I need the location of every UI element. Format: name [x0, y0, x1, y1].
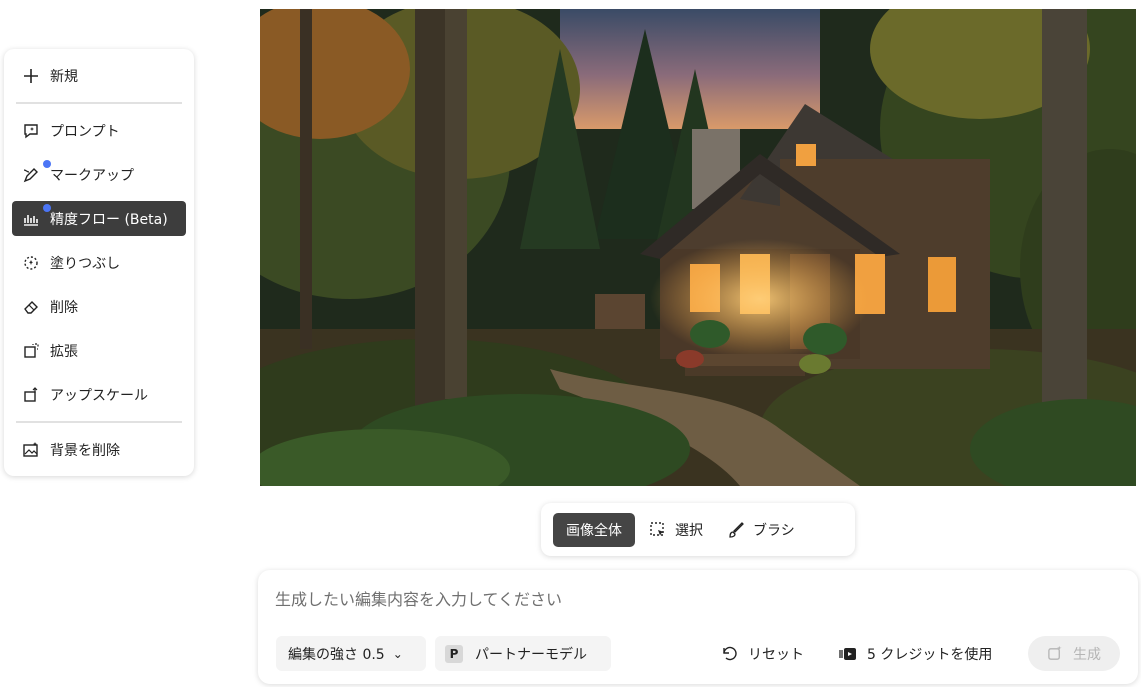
brush-icon — [729, 521, 744, 538]
sidebar-item-label: 背景を削除 — [50, 442, 120, 459]
prompt-input[interactable] — [275, 586, 1115, 612]
sidebar-item-label: 拡張 — [50, 343, 78, 360]
brush-label: ブラシ — [753, 522, 795, 539]
sidebar-divider — [16, 102, 182, 104]
sidebar-item-label: マークアップ — [50, 167, 134, 184]
sidebar-item-fill[interactable]: 塗りつぶし — [12, 245, 186, 280]
eraser-icon — [21, 297, 41, 317]
sidebar-item-remove-background[interactable]: 背景を削除 — [12, 432, 186, 467]
image-canvas[interactable] — [260, 9, 1136, 486]
tool-sidebar: 新規 プロンプト マークアップ 精度フロー (Beta) 塗りつぶし 削除 拡張… — [4, 49, 194, 476]
edit-strength-dropdown[interactable]: 編集の強さ 0.5 ⌄ — [276, 636, 426, 671]
sidebar-item-expand[interactable]: 拡張 — [12, 333, 186, 368]
partner-model-label: パートナーモデル — [475, 646, 587, 663]
new-feature-dot — [43, 204, 51, 212]
prompt-icon — [21, 121, 41, 141]
brush-button[interactable]: ブラシ — [717, 513, 805, 547]
reset-label: リセット — [748, 646, 804, 663]
sidebar-item-label: 削除 — [50, 299, 78, 316]
generate-label: 生成 — [1073, 646, 1101, 663]
edit-strength-label: 編集の強さ 0.5 — [288, 646, 385, 663]
sidebar-item-label: 塗りつぶし — [50, 255, 121, 272]
sidebar-item-label: アップスケール — [50, 387, 148, 404]
sidebar-item-upscale[interactable]: アップスケール — [12, 377, 186, 412]
chevron-down-icon: ⌄ — [392, 646, 403, 661]
sidebar-item-markup[interactable]: マークアップ — [12, 157, 186, 192]
sidebar-item-prompt[interactable]: プロンプト — [12, 113, 186, 148]
sidebar-item-precision-flow[interactable]: 精度フロー (Beta) — [12, 201, 186, 236]
prompt-panel: 編集の強さ 0.5 ⌄ P パートナーモデル リセット 5 クレジットを使用 生… — [258, 570, 1138, 684]
credits-info: 5 クレジットを使用 — [839, 636, 992, 671]
sidebar-item-new[interactable]: 新規 — [12, 58, 186, 93]
sidebar-item-remove[interactable]: 削除 — [12, 289, 186, 324]
plus-icon — [21, 66, 41, 86]
upscale-icon — [21, 385, 41, 405]
undo-icon — [723, 646, 737, 660]
credits-icon — [839, 647, 856, 660]
generate-button[interactable]: 生成 — [1028, 636, 1120, 671]
sidebar-item-label: 精度フロー (Beta) — [50, 211, 168, 228]
remove-background-icon — [21, 440, 41, 460]
selection-label: 選択 — [675, 522, 703, 539]
forest-cabin-image — [260, 9, 1136, 486]
fill-icon — [21, 253, 41, 273]
expand-icon — [21, 341, 41, 361]
whole-image-button[interactable]: 画像全体 — [553, 512, 635, 547]
sidebar-item-label: 新規 — [50, 68, 78, 85]
reset-button[interactable]: リセット — [720, 636, 804, 671]
generate-icon — [1048, 645, 1062, 660]
selection-button[interactable]: 選択 — [639, 513, 713, 547]
sidebar-item-label: プロンプト — [50, 123, 120, 140]
edit-scope-toolbar: 画像全体 選択 ブラシ — [541, 503, 855, 556]
partner-model-icon: P — [445, 644, 463, 663]
precision-flow-icon — [21, 209, 41, 229]
sidebar-divider — [16, 421, 182, 423]
markup-pen-icon — [21, 165, 41, 185]
selection-icon — [650, 521, 664, 536]
new-feature-dot — [43, 160, 51, 168]
credits-label: 5 クレジットを使用 — [867, 646, 993, 663]
partner-model-button[interactable]: P パートナーモデル — [435, 636, 611, 671]
